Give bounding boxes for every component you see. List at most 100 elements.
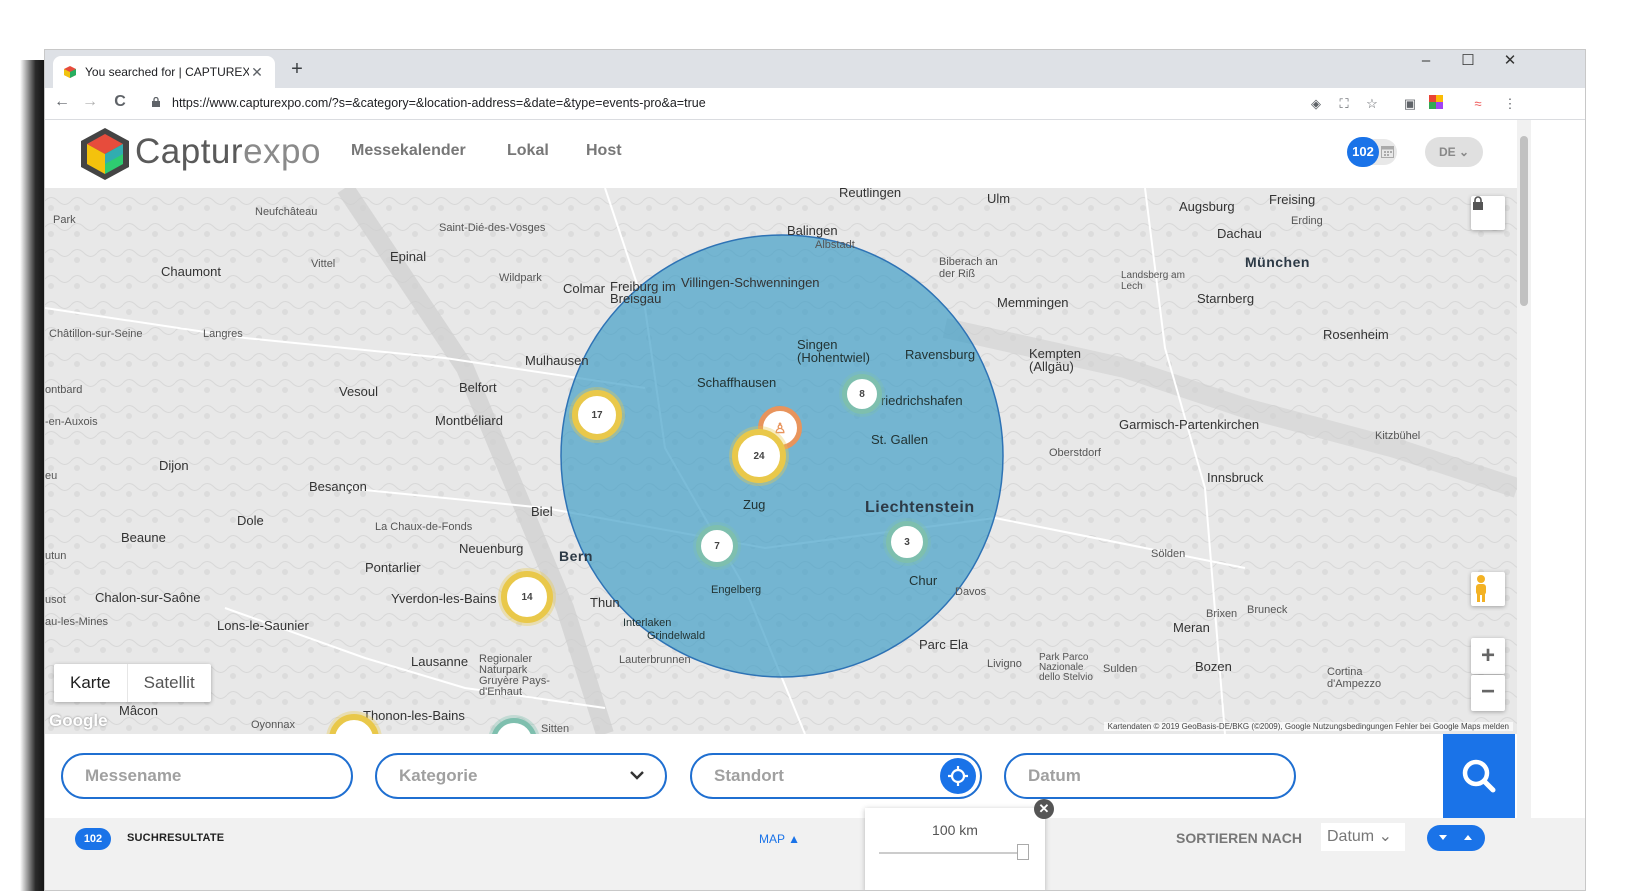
sort-order-toggle[interactable]	[1427, 825, 1485, 851]
radius-slider-handle[interactable]	[1017, 844, 1029, 860]
map-label: Beaune	[121, 530, 166, 545]
date-input[interactable]: Datum	[1004, 753, 1296, 799]
map-label: Brixen	[1206, 608, 1238, 620]
event-count-badge[interactable]: 102	[1347, 137, 1379, 167]
radius-slider-track[interactable]	[879, 852, 1029, 854]
capturexpo-favicon-icon	[64, 66, 76, 78]
locate-me-button[interactable]	[940, 758, 976, 794]
location-input[interactable]: Standort	[690, 753, 982, 799]
map-label: Biel	[531, 504, 553, 519]
category-placeholder: Kategorie	[399, 766, 478, 785]
brand-name[interactable]: Capturexpo	[135, 132, 321, 172]
map-label: Grindelwald	[647, 630, 706, 642]
category-select[interactable]: Kategorie	[375, 753, 667, 799]
map-cluster-17[interactable]: 17	[572, 390, 622, 440]
map-label: Saint-Dié-des-Vosges	[439, 222, 546, 234]
map-label: La Chaux-de-Fonds	[375, 521, 473, 533]
minimize-button[interactable]: –	[1403, 50, 1449, 74]
color-extension-icon[interactable]	[1427, 95, 1445, 113]
crosshair-icon	[948, 766, 968, 786]
map-cluster-14[interactable]: 14	[501, 571, 553, 623]
map-cluster-8[interactable]: 8	[842, 374, 882, 414]
map-label: Park	[53, 214, 76, 226]
map-cluster-24[interactable]: 24	[732, 429, 786, 483]
map-label: Engelberg	[711, 584, 762, 596]
nav-host[interactable]: Host	[586, 142, 622, 160]
map-type-karte[interactable]: Karte	[54, 664, 127, 702]
url-field[interactable]: https://www.capturexpo.com/?s=&category=…	[172, 96, 706, 110]
google-logo: Google	[49, 711, 108, 730]
map-label: Oberstdorf	[1049, 447, 1101, 459]
map-label: usot	[45, 594, 66, 606]
map-label: Parc Ela	[919, 637, 969, 652]
map-label: Kempten (Allgäu)	[1029, 346, 1082, 374]
map-label: Zug	[743, 497, 766, 512]
map-label: Erding	[1291, 215, 1323, 227]
nav-messekalender[interactable]: Messekalender	[351, 142, 466, 160]
sort-label: SORTIEREN NACH	[1176, 830, 1303, 846]
map-label: Yverdon-les-Bains	[391, 591, 497, 606]
tab-close-icon[interactable]: ✕	[249, 64, 265, 81]
radius-close-button[interactable]: ✕	[1034, 799, 1054, 819]
reload-button[interactable]: C	[109, 93, 131, 111]
map-label: au-les-Mines	[45, 616, 108, 628]
location-icon[interactable]: ◈	[1307, 95, 1325, 113]
map-label: Freising	[1269, 192, 1316, 207]
search-icon	[1462, 759, 1496, 793]
menu-dots-icon[interactable]: ⋮	[1501, 95, 1519, 113]
scrollbar-thumb[interactable]	[1520, 136, 1528, 306]
translate-icon[interactable]: ⛶	[1335, 95, 1353, 113]
map-label: -en-Auxois	[45, 416, 98, 428]
search-button[interactable]	[1443, 734, 1515, 818]
map-toggle-link[interactable]: MAP ▲	[759, 832, 800, 846]
map-label: Chaumont	[161, 264, 221, 279]
map-label: Livigno	[987, 658, 1022, 670]
map-label: Neuenburg	[459, 541, 524, 556]
map-label: Starnberg	[1197, 291, 1255, 306]
pegman-button[interactable]	[1471, 572, 1505, 606]
map[interactable]: Park Neufchâteau Saint-Dié-des-Vosges Re…	[45, 188, 1517, 734]
map-label: Dachau	[1217, 226, 1262, 241]
lock-icon	[1473, 196, 1483, 210]
back-button[interactable]: ←	[51, 93, 73, 111]
star-icon[interactable]: ☆	[1363, 95, 1381, 113]
brand-extension-icon[interactable]: ≈	[1469, 95, 1487, 113]
map-label: Lauterbrunnen	[619, 654, 691, 666]
map-cluster-3[interactable]: 3	[886, 521, 928, 563]
map-label: Oyonnax	[251, 719, 296, 731]
location-placeholder: Standort	[714, 766, 784, 785]
map-label: Regionaler Naturpark Gruyère Pays-d'Enha…	[479, 653, 550, 698]
capturexpo-logo-icon[interactable]	[79, 126, 131, 182]
sort-select[interactable]: Datum ⌄	[1321, 823, 1405, 851]
map-label: Innsbruck	[1207, 470, 1264, 485]
forward-button[interactable]: →	[79, 93, 101, 111]
browser-tab[interactable]: You searched for | CAPTUREXPO ✕	[53, 56, 275, 88]
page: You searched for | CAPTUREXPO ✕ + – ☐ ✕ …	[0, 0, 1626, 891]
close-window-button[interactable]: ✕	[1487, 50, 1533, 74]
language-selector[interactable]: DE ⌄	[1425, 137, 1483, 167]
sort-arrows-icon	[1439, 835, 1472, 840]
map-label: Besançon	[309, 479, 367, 494]
zoom-in-button[interactable]: +	[1471, 638, 1505, 674]
map-label: Belfort	[459, 380, 497, 395]
results-count-badge: 102	[75, 828, 111, 850]
map-label: Liechtenstein	[865, 499, 975, 516]
event-name-input[interactable]: Messename	[61, 753, 353, 799]
map-type-satellite[interactable]: Satellit	[126, 664, 211, 702]
map-label: Bruneck	[1247, 604, 1288, 616]
nav-lokal[interactable]: Lokal	[507, 142, 549, 160]
new-tab-button[interactable]: +	[285, 58, 309, 81]
map-attribution[interactable]: Kartendaten © 2019 GeoBasis-DE/BKG (©200…	[1103, 722, 1513, 731]
map-label: Mâcon	[119, 703, 159, 718]
map-label: Cortina d'Ampezzo	[1327, 666, 1382, 690]
extension-icon[interactable]: ▣	[1401, 95, 1419, 113]
map-label: Neufchâteau	[255, 206, 318, 218]
map-label: Wildpark	[499, 272, 542, 284]
map-lock-button[interactable]	[1471, 196, 1505, 230]
map-cluster-7[interactable]: 7	[696, 525, 738, 567]
radius-value: 100 km	[932, 822, 978, 838]
maximize-button[interactable]: ☐	[1445, 50, 1491, 74]
zoom-out-button[interactable]: −	[1471, 675, 1505, 711]
map-label: Langres	[203, 328, 243, 340]
map-label: Thonon-les-Bains	[363, 708, 465, 723]
